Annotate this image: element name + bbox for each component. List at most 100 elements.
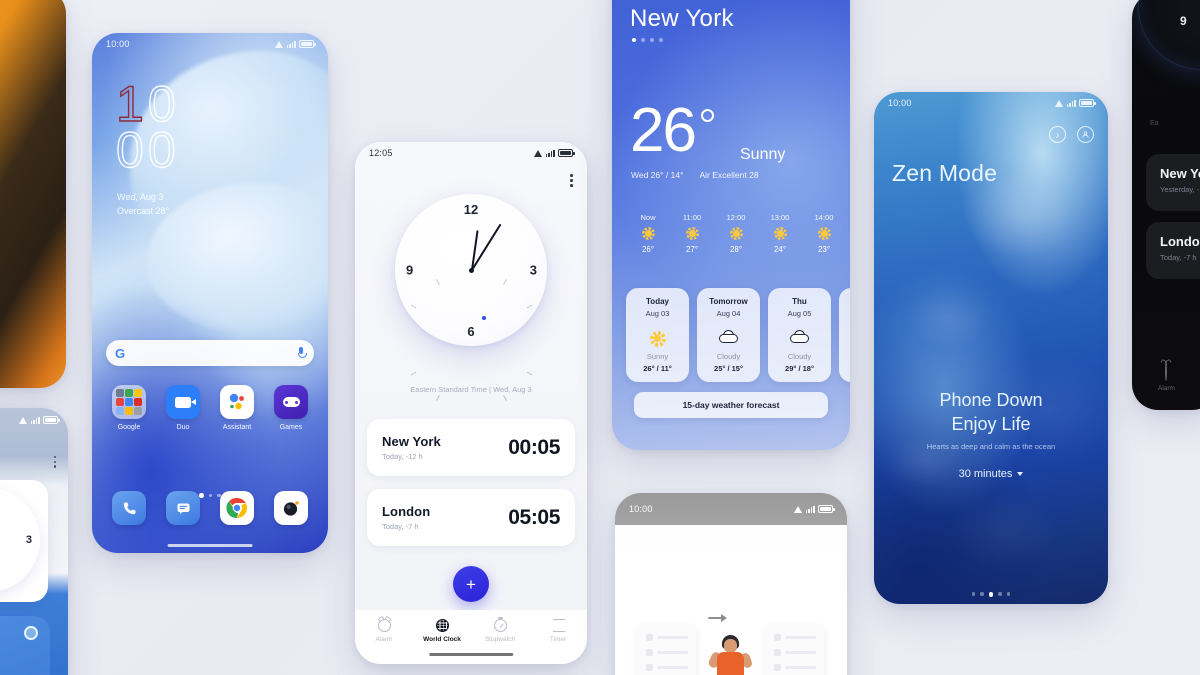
clock-minute-digit-2: 0 <box>147 122 176 178</box>
hourly-time: Now <box>640 213 656 222</box>
status-bar: 12:05 <box>355 142 587 164</box>
app-label: Duo <box>176 424 190 431</box>
app-assistant[interactable]: Assistant <box>212 385 262 431</box>
status-time: 10:00 <box>106 39 130 49</box>
daily-card[interactable]: Fri Aug 06 Cloudy 33° / 19° <box>839 288 850 382</box>
zen-headline-line1: Phone Down <box>939 390 1043 410</box>
clock-app-screen: 12:05 12 3 6 9 Eastern Standard Time | W… <box>355 142 587 664</box>
tab-stopwatch[interactable]: Stopwatch <box>471 616 529 643</box>
badge-icon <box>24 626 38 640</box>
world-clock-row-dark-2[interactable]: London Today, -7 h <box>1146 222 1200 279</box>
clock-caption-fragment: Ea <box>1150 120 1159 127</box>
kebab-menu-icon[interactable] <box>570 174 573 187</box>
weather-temperature: 26 <box>630 96 697 165</box>
weather-summary-row: Wed 26° / 14° Air Excellent 28 <box>631 170 759 180</box>
status-icons <box>274 40 316 48</box>
daily-icon-slot <box>626 324 689 348</box>
clock-hour-digit-2: 0 <box>147 76 176 132</box>
world-clock-city: London <box>1160 234 1200 249</box>
phone-icon[interactable] <box>112 491 146 525</box>
world-clock-time: 05:05 <box>508 505 560 529</box>
daily-card[interactable]: Tomorrow Aug 04 Cloudy 25° / 15° <box>697 288 760 382</box>
google-search-bar[interactable]: G <box>106 340 314 366</box>
tab-alarm[interactable]: Alarm <box>355 619 413 643</box>
daily-card[interactable]: Today Aug 03 Sunny 26° / 11° <box>626 288 689 382</box>
tab-alarm-dark[interactable]: Alarm <box>1158 362 1175 392</box>
world-clock-city: London <box>382 504 431 519</box>
chrome-icon[interactable] <box>220 491 254 525</box>
share-screen: 10:00 <box>615 493 847 675</box>
battery-icon <box>299 40 316 48</box>
status-icons <box>533 149 575 157</box>
google-folder-icon <box>112 385 146 419</box>
zen-title: Zen Mode <box>892 160 998 186</box>
daily-forecast-row[interactable]: Today Aug 03 Sunny 26° / 11° Tomorrow Au… <box>626 288 850 382</box>
tab-label: Timer <box>549 636 567 643</box>
phone-weather-app[interactable]: New York 26 Sunny Wed 26° / 14° Air Exce… <box>612 0 850 450</box>
zen-top-actions: ♪ <box>1049 126 1094 143</box>
phone-share-screen[interactable]: 10:00 <box>615 493 847 675</box>
phone-zen-mode[interactable]: 10:00 ♪ Zen Mode Phone Down Enjoy Life H… <box>874 92 1108 604</box>
hourly-time: 12:00 <box>726 213 746 222</box>
daily-condition: Sunny <box>646 352 669 361</box>
hourly-cell: 11:00 27° <box>670 213 714 254</box>
mini-row <box>774 649 816 656</box>
camera-icon[interactable] <box>274 491 308 525</box>
daily-date: Aug 04 <box>716 309 741 318</box>
profile-icon[interactable] <box>1077 126 1094 143</box>
chevron-down-icon <box>1017 472 1024 476</box>
battery-icon <box>558 149 575 157</box>
app-duo[interactable]: Duo <box>158 385 208 431</box>
world-clock-row-dark-1[interactable]: New Yo Yesterday, - <box>1146 154 1200 211</box>
weather-page-indicator[interactable] <box>632 38 663 42</box>
clock-tick <box>410 340 472 376</box>
mic-icon[interactable] <box>297 347 307 359</box>
hourglass-icon <box>553 619 564 632</box>
degree-icon <box>700 109 714 122</box>
world-clock-city: New York <box>382 434 441 449</box>
sun-icon <box>730 227 743 240</box>
phone-clock-app[interactable]: 12:05 12 3 6 9 Eastern Standard Time | W… <box>355 142 587 664</box>
zen-duration-selector[interactable]: 30 minutes <box>874 468 1108 480</box>
add-city-button[interactable]: + <box>453 566 489 602</box>
left-clock-screen: 12 3 6 York <box>0 408 68 675</box>
cloud-icon <box>719 328 740 343</box>
clock-widget-card: 12 3 6 York <box>0 480 48 602</box>
status-icons <box>1054 99 1096 107</box>
tab-world-clock[interactable]: World Clock <box>413 619 471 643</box>
clock-tick <box>471 279 507 340</box>
tab-timer[interactable]: Timer <box>529 619 587 643</box>
hourly-forecast-strip[interactable]: Now 26° 11:00 27° 12:00 28° 13:00 24° 14… <box>626 213 850 254</box>
fifteen-day-forecast-button[interactable]: 15-day weather forecast <box>634 392 828 418</box>
mini-row <box>646 664 688 671</box>
clock-minute-digit-1: 0 <box>115 122 144 178</box>
kebab-menu-icon[interactable] <box>53 456 56 468</box>
dark-clock-screen: 9 Ea New Yo Yesterday, - London Today, -… <box>1132 0 1200 410</box>
phone-home-screen[interactable]: 10:00 1 0 0 0 Wed, Aug 3 Overcast 28° G … <box>92 33 328 553</box>
app-games[interactable]: Games <box>266 385 316 431</box>
music-icon[interactable]: ♪ <box>1049 126 1066 143</box>
google-logo-icon: G <box>115 345 126 361</box>
weather-city-title: New York <box>630 5 734 32</box>
app-google[interactable]: Google <box>104 385 154 431</box>
zen-page-indicator[interactable] <box>874 592 1108 597</box>
mini-row <box>646 649 688 656</box>
blue-widget-card <box>0 616 50 675</box>
daily-icon-slot <box>697 324 760 348</box>
messages-icon[interactable] <box>166 491 200 525</box>
weather-day-range: Wed 26° / 14° <box>631 170 684 180</box>
app-label: Google <box>117 424 141 431</box>
world-clock-row-new-york[interactable]: New York Today, -12 h 00:05 <box>367 419 575 476</box>
app-grid: Google Duo Assistant Games <box>104 385 316 431</box>
world-clock-offset: Yesterday, - <box>1160 185 1200 194</box>
mini-row <box>774 634 816 641</box>
daily-name: Thu <box>792 297 807 306</box>
clock-hour-row: 1 0 <box>115 76 176 132</box>
daily-name: Fri <box>839 297 850 306</box>
world-clock-city-block: New York Today, -12 h <box>382 434 441 461</box>
world-clock-row-london[interactable]: London Today, -7 h 05:05 <box>367 489 575 546</box>
daily-card[interactable]: Thu Aug 05 Cloudy 29° / 18° <box>768 288 831 382</box>
hourly-temp: 27° <box>685 245 699 254</box>
daily-date: Aug 06 <box>839 309 850 318</box>
phone-fragment-amber: n / cloud <box>0 0 66 388</box>
